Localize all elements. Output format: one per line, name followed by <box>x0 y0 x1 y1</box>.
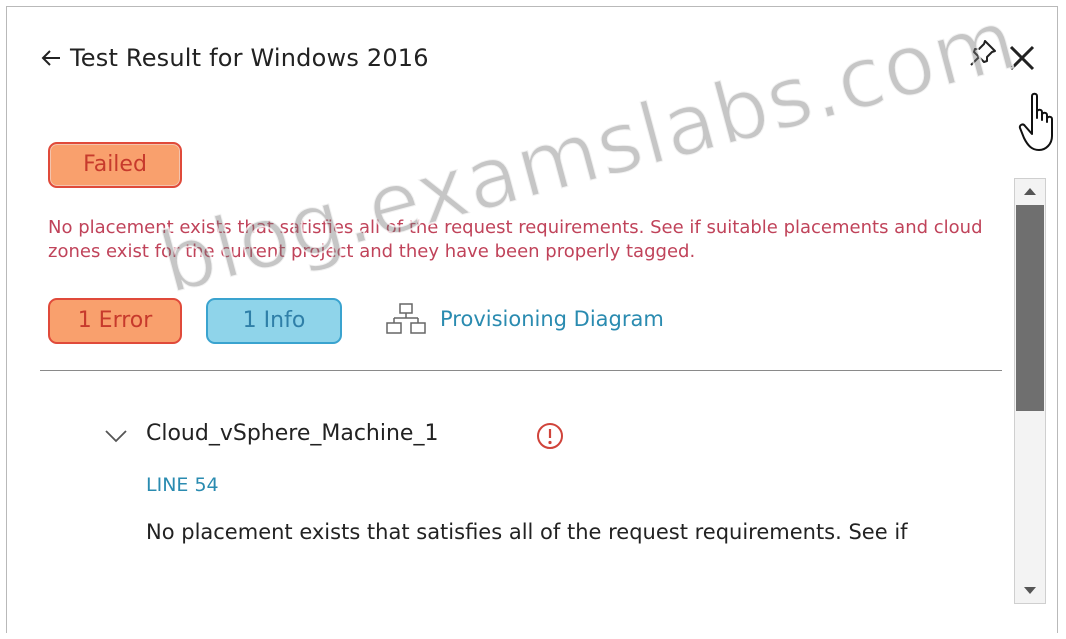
close-icon[interactable] <box>1006 42 1038 74</box>
scroll-up-icon <box>1024 188 1036 195</box>
scroll-up-button[interactable] <box>1015 179 1045 203</box>
page-title: Test Result for Windows 2016 <box>70 44 429 72</box>
warning-icon <box>537 423 563 449</box>
diagram-icon <box>386 303 426 334</box>
info-count-badge[interactable]: 1 Info <box>206 298 342 344</box>
scroll-thumb[interactable] <box>1016 205 1044 411</box>
hand-cursor-icon <box>1018 92 1053 151</box>
result-detail-text: No placement exists that satisfies all o… <box>146 520 908 544</box>
pin-icon[interactable] <box>968 38 998 68</box>
section-divider <box>40 370 1002 371</box>
provisioning-diagram-link[interactable]: Provisioning Diagram <box>384 302 664 336</box>
error-count-badge[interactable]: 1 Error <box>48 298 182 344</box>
chevron-down-icon[interactable] <box>104 428 128 444</box>
back-arrow-icon[interactable] <box>40 47 62 69</box>
vertical-scrollbar[interactable] <box>1014 178 1046 604</box>
status-failed-badge: Failed <box>48 142 182 188</box>
line-reference-link[interactable]: LINE 54 <box>146 474 219 496</box>
scroll-down-icon <box>1024 587 1036 594</box>
panel-header: Test Result for Windows 2016 <box>40 44 429 72</box>
provisioning-diagram-label: Provisioning Diagram <box>440 307 664 331</box>
failure-message: No placement exists that satisfies all o… <box>48 217 983 262</box>
scroll-down-button[interactable] <box>1015 579 1045 603</box>
machine-name: Cloud_vSphere_Machine_1 <box>146 421 439 446</box>
